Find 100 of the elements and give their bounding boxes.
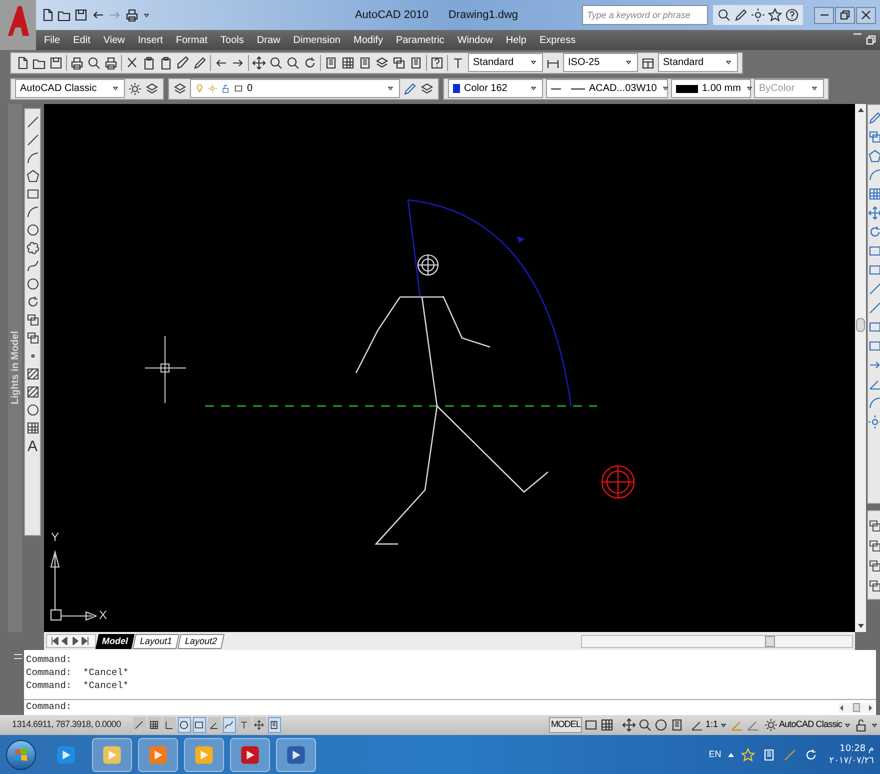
- bulb-icon[interactable]: [195, 84, 204, 93]
- taskbar-app-button[interactable]: [92, 738, 132, 772]
- language-indicator[interactable]: EN: [708, 748, 722, 762]
- layer-properties-icon[interactable]: [173, 82, 187, 96]
- close-button[interactable]: [856, 6, 876, 24]
- caret-icon[interactable]: [529, 84, 538, 93]
- spline-icon[interactable]: [26, 259, 40, 273]
- lock-icon[interactable]: [221, 84, 230, 93]
- settings-icon[interactable]: [128, 82, 142, 96]
- search-icon[interactable]: [717, 8, 731, 22]
- move-icon[interactable]: [868, 206, 880, 220]
- polar-toggle[interactable]: [178, 717, 191, 733]
- dynamic-ucs-toggle[interactable]: [222, 717, 236, 733]
- menu-item[interactable]: Express: [539, 32, 576, 48]
- paste-icon[interactable]: [159, 56, 173, 70]
- printer-icon[interactable]: [70, 56, 84, 70]
- caret-icon[interactable]: [744, 84, 754, 93]
- help-icon[interactable]: [785, 8, 799, 22]
- start-button[interactable]: [6, 740, 36, 770]
- linetype-dropdown[interactable]: ACAD...03W10: [546, 79, 668, 98]
- vertical-scrollbar[interactable]: [855, 104, 866, 632]
- zoom-icon[interactable]: [269, 56, 283, 70]
- taskbar-app-button[interactable]: [138, 738, 178, 772]
- table-icon[interactable]: [26, 421, 40, 435]
- dynamic-input-toggle[interactable]: [238, 717, 251, 733]
- menu-item[interactable]: View: [103, 32, 125, 48]
- caret-icon[interactable]: [386, 84, 395, 93]
- grid-toggle[interactable]: [162, 717, 176, 733]
- layout-tab[interactable]: Layout1: [132, 634, 180, 648]
- menu-item[interactable]: Format: [176, 32, 208, 48]
- quick-properties-toggle[interactable]: [268, 717, 281, 733]
- printer-icon[interactable]: [125, 8, 139, 22]
- menu-item[interactable]: Tools: [220, 32, 244, 48]
- menu-item[interactable]: Modify: [354, 32, 383, 48]
- layer-dropdown[interactable]: 0: [190, 79, 400, 98]
- caret-icon[interactable]: [529, 58, 538, 67]
- layout-icon[interactable]: [584, 718, 598, 732]
- annotation-scale-button[interactable]: 1:1: [690, 718, 728, 732]
- layout-tab[interactable]: Layout2: [177, 634, 225, 648]
- multiline-text-tool[interactable]: A: [27, 439, 38, 455]
- menu-item[interactable]: Help: [506, 32, 526, 48]
- arc-icon[interactable]: [26, 205, 40, 219]
- taskbar-app-button[interactable]: [276, 738, 316, 772]
- taskbar-app-button[interactable]: [230, 738, 270, 772]
- scissors-icon[interactable]: [125, 56, 139, 70]
- menu-item[interactable]: Edit: [73, 32, 90, 48]
- lock-icon[interactable]: [854, 718, 868, 732]
- model-button[interactable]: MODEL: [548, 717, 582, 733]
- caret-icon[interactable]: [111, 84, 120, 93]
- scrollbar-thumb[interactable]: [765, 636, 775, 646]
- help-icon[interactable]: [430, 56, 444, 70]
- command-scrollbar[interactable]: [838, 702, 874, 712]
- polygon-icon[interactable]: [26, 169, 40, 183]
- menu-item[interactable]: Parametric: [396, 32, 444, 48]
- object-snap-toggle[interactable]: [192, 717, 206, 733]
- settings-icon[interactable]: [764, 718, 778, 732]
- snap-toggle[interactable]: [148, 717, 161, 733]
- save-icon[interactable]: [49, 56, 63, 70]
- star-icon[interactable]: [768, 8, 782, 22]
- menu-item[interactable]: Insert: [138, 32, 163, 48]
- table-style-icon[interactable]: [641, 56, 655, 70]
- menu-item[interactable]: Window: [457, 32, 493, 48]
- show-hidden-icons-button[interactable]: [728, 752, 734, 756]
- layers-icon[interactable]: [145, 82, 159, 96]
- color-dropdown[interactable]: Color 162: [448, 79, 543, 98]
- lineweight-dropdown[interactable]: 1.00 mm: [671, 79, 751, 98]
- menu-item[interactable]: Dimension: [293, 32, 340, 48]
- rotate-icon[interactable]: [868, 225, 880, 239]
- pencil-icon[interactable]: [734, 8, 748, 22]
- menu-item[interactable]: Draw: [256, 32, 280, 48]
- square-icon[interactable]: [234, 84, 243, 93]
- workspace-dropdown[interactable]: AutoCAD Classic: [15, 79, 125, 98]
- pan-icon[interactable]: [622, 718, 636, 732]
- horizontal-scrollbar[interactable]: [581, 634, 853, 648]
- restore-button[interactable]: [835, 6, 855, 24]
- rectangle-icon[interactable]: [26, 187, 40, 201]
- menu-item[interactable]: File: [44, 32, 60, 48]
- lineweight-toggle[interactable]: [252, 717, 266, 733]
- text-style-dropdown[interactable]: Standard: [468, 53, 543, 72]
- tracking-toggle[interactable]: [208, 717, 221, 733]
- tab-scroll-buttons[interactable]: [46, 634, 96, 648]
- minimize-button[interactable]: [814, 6, 834, 24]
- save-icon[interactable]: [74, 8, 88, 22]
- text-style-icon[interactable]: [451, 56, 465, 70]
- hatch-icon[interactable]: [26, 367, 40, 381]
- dimension-style-dropdown[interactable]: ISO-25: [563, 53, 638, 72]
- revision-cloud-icon[interactable]: [26, 241, 40, 255]
- restore-button[interactable]: [864, 33, 878, 47]
- table-style-dropdown[interactable]: Standard: [658, 53, 738, 72]
- taskbar-app-button[interactable]: [184, 738, 224, 772]
- grip-handle[interactable]: [14, 654, 22, 659]
- caret-icon[interactable]: [660, 84, 670, 93]
- caret-icon[interactable]: [724, 58, 733, 67]
- clock[interactable]: 10:28 م ٢٠١٧/٠٧/٢٦: [825, 742, 874, 766]
- zoom-icon[interactable]: [638, 718, 652, 732]
- infer-constraints-toggle[interactable]: [132, 717, 146, 733]
- scrollbar-thumb[interactable]: [856, 318, 865, 332]
- line-icon[interactable]: [26, 115, 40, 129]
- search-field[interactable]: Type a keyword or phrase: [582, 5, 708, 25]
- layout-icon[interactable]: [600, 718, 614, 732]
